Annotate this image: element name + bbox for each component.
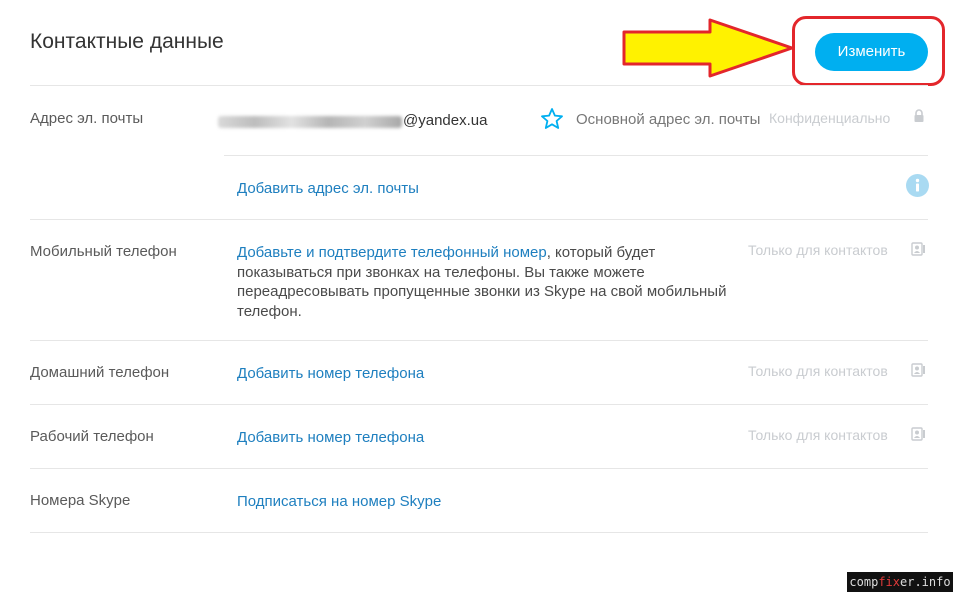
mobile-phone-description: Добавьте и подтвердите телефонный номер,… [237, 243, 757, 321]
contacts-icon [911, 242, 925, 256]
mobile-phone-label: Мобильный телефон [30, 243, 177, 260]
work-phone-label: Рабочий телефон [30, 428, 154, 445]
mobile-desc-line3: переадресовывать пропущенные звонки из S… [237, 283, 727, 300]
contacts-icon [911, 427, 925, 441]
primary-email-text: Основной адрес эл. почты [576, 111, 761, 128]
info-icon[interactable] [906, 174, 929, 197]
divider [30, 85, 928, 86]
email-label: Адрес эл. почты [30, 110, 144, 127]
annotation-arrow [622, 18, 794, 78]
privacy-label-mobile[interactable]: Только для контактов [748, 242, 888, 258]
lock-icon [914, 109, 924, 122]
contacts-icon [911, 363, 925, 377]
add-email-link[interactable]: Добавить адрес эл. почты [237, 180, 419, 197]
divider [30, 532, 928, 533]
mobile-desc-line4: телефон. [237, 302, 302, 320]
add-verify-phone-link[interactable]: Добавьте и подтвердите телефонный номер [237, 244, 547, 261]
privacy-label-email[interactable]: Конфиденциально [769, 110, 890, 126]
home-phone-label: Домашний телефон [30, 364, 170, 381]
subscribe-skype-number-link[interactable]: Подписаться на номер Skype [237, 493, 441, 510]
email-value-blurred [218, 116, 402, 128]
divider [30, 340, 928, 341]
privacy-label-work[interactable]: Только для контактов [748, 427, 888, 443]
add-home-phone-link[interactable]: Добавить номер телефона [237, 365, 424, 382]
star-icon[interactable] [540, 107, 564, 131]
skype-number-label: Номера Skype [30, 492, 131, 509]
add-work-phone-link[interactable]: Добавить номер телефона [237, 429, 424, 446]
divider [30, 468, 928, 469]
divider [30, 404, 928, 405]
email-value: @yandex.ua [403, 112, 488, 129]
mobile-desc-line1: , который будет [546, 244, 656, 261]
divider [224, 155, 928, 156]
divider [30, 219, 928, 220]
page-title: Контактные данные [30, 30, 224, 53]
edit-button[interactable]: Изменить [815, 33, 928, 71]
watermark: compfixer.info [847, 572, 953, 592]
mobile-desc-line2: показываться при звонках на телефоны. Вы… [237, 263, 645, 281]
privacy-label-home[interactable]: Только для контактов [748, 363, 888, 379]
